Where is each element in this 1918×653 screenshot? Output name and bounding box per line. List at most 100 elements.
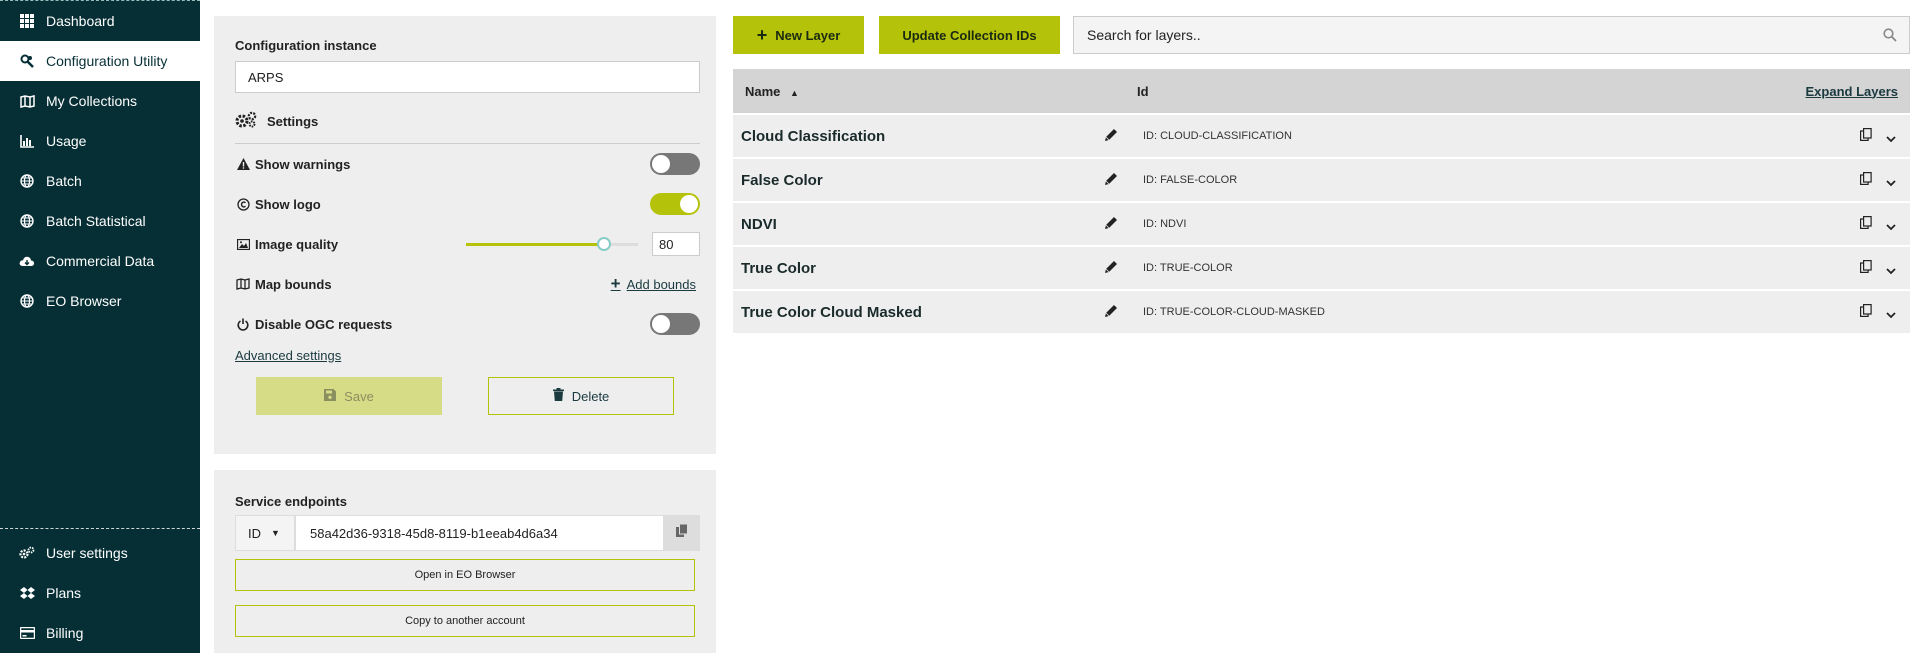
copyright-icon — [235, 197, 251, 211]
sidebar-item-batch-statistical[interactable]: Batch Statistical — [0, 201, 200, 241]
table-header: Name ▲ Id Expand Layers — [733, 69, 1910, 113]
sidebar-item-batch[interactable]: Batch — [0, 161, 200, 201]
copy-icon[interactable] — [1860, 128, 1872, 146]
instance-label: Configuration instance — [235, 38, 377, 53]
settings-heading: Settings — [235, 109, 695, 133]
chevron-down-icon[interactable] — [1886, 130, 1896, 148]
pencil-icon[interactable] — [1105, 304, 1118, 322]
show-warnings-label: Show warnings — [255, 156, 351, 172]
sidebar-item-label: Batch — [46, 173, 82, 189]
credit-card-icon — [18, 624, 36, 642]
sidebar-item-label: User settings — [46, 545, 128, 561]
add-bounds-link[interactable]: + Add bounds — [611, 274, 696, 294]
sidebar-item-usage[interactable]: Usage — [0, 121, 200, 161]
layer-name: True Color Cloud Masked — [741, 303, 922, 321]
sidebar-item-label: Usage — [46, 133, 87, 149]
globe-icon — [18, 292, 36, 310]
pencil-icon[interactable] — [1105, 216, 1118, 234]
plus-icon: + — [610, 274, 621, 293]
new-layer-button[interactable]: + New Layer — [733, 16, 864, 54]
open-eo-browser-button[interactable]: Open in EO Browser — [235, 559, 695, 591]
globe-icon — [18, 212, 36, 230]
disable-ogc-toggle[interactable] — [650, 313, 700, 335]
table-row[interactable]: True Color ID: TRUE-COLOR — [733, 247, 1910, 289]
sidebar-item-my-collections[interactable]: My Collections — [0, 81, 200, 121]
sidebar-item-label: Commercial Data — [46, 253, 155, 269]
show-logo-label: Show logo — [255, 196, 321, 212]
pencil-icon[interactable] — [1105, 172, 1118, 190]
config-actions: Save Delete — [235, 377, 695, 415]
image-quality-input[interactable]: 80 — [652, 232, 700, 256]
sidebar: Dashboard Configuration Utility My Colle… — [0, 0, 200, 653]
layer-id: ID: TRUE-COLOR — [1143, 262, 1233, 274]
sidebar-item-label: Configuration Utility — [46, 53, 168, 69]
image-quality-row: Image quality 80 — [235, 224, 700, 264]
settings-label: Settings — [267, 113, 319, 129]
sidebar-item-label: My Collections — [46, 93, 138, 109]
cloud-download-icon — [18, 252, 36, 270]
update-ids-label: Update Collection IDs — [902, 27, 1037, 43]
save-button[interactable]: Save — [256, 377, 442, 415]
plus-icon: + — [756, 24, 768, 45]
instance-name-input[interactable]: ARPS — [235, 61, 700, 93]
wrench-icon — [18, 52, 36, 70]
chevron-down-icon[interactable] — [1886, 262, 1896, 280]
layer-name: Cloud Classification — [741, 127, 886, 145]
layer-search-input[interactable]: Search for layers.. — [1073, 16, 1910, 54]
map-icon — [235, 278, 251, 290]
column-header-id: Id — [1137, 83, 1149, 99]
advanced-settings-link[interactable]: Advanced settings — [235, 348, 695, 363]
pencil-icon[interactable] — [1105, 260, 1118, 278]
copy-endpoint-button[interactable] — [664, 515, 700, 551]
show-logo-row: Show logo — [235, 184, 700, 224]
sidebar-item-billing[interactable]: Billing — [0, 613, 200, 653]
image-quality-slider[interactable] — [466, 236, 638, 252]
layer-id: ID: NDVI — [1143, 218, 1187, 230]
service-endpoints-title: Service endpoints — [235, 494, 347, 509]
pencil-icon[interactable] — [1105, 128, 1118, 146]
endpoint-type-select[interactable]: ID ▼ — [235, 515, 295, 551]
dropbox-icon — [18, 584, 36, 602]
sort-up-icon: ▲ — [790, 87, 799, 98]
sidebar-item-commercial-data[interactable]: Commercial Data — [0, 241, 200, 281]
expand-layers-link[interactable]: Expand Layers — [1806, 84, 1899, 99]
chevron-down-icon[interactable] — [1886, 218, 1896, 236]
sidebar-item-label: Dashboard — [46, 13, 115, 29]
copy-icon[interactable] — [1860, 172, 1872, 190]
endpoint-id-field[interactable]: 58a42d36-9318-45d8-8119-b1eeab4d6a34 — [295, 515, 664, 551]
app-root: Dashboard Configuration Utility My Colle… — [0, 0, 1918, 653]
sidebar-item-plans[interactable]: Plans — [0, 573, 200, 613]
show-warnings-toggle[interactable] — [650, 153, 700, 175]
copy-to-account-button[interactable]: Copy to another account — [235, 605, 695, 637]
image-icon — [235, 238, 251, 250]
layer-name: False Color — [741, 171, 823, 189]
layer-name: NDVI — [741, 215, 777, 233]
bar-chart-icon — [18, 132, 36, 150]
slider-thumb[interactable] — [596, 237, 611, 251]
toggle-knob — [652, 155, 670, 173]
chevron-down-icon[interactable] — [1886, 174, 1896, 192]
copy-icon[interactable] — [1860, 216, 1872, 234]
sidebar-item-user-settings[interactable]: User settings — [0, 533, 200, 573]
disable-ogc-label: Disable OGC requests — [255, 316, 393, 332]
copy-icon[interactable] — [1860, 304, 1872, 322]
search-icon[interactable] — [1883, 28, 1897, 45]
chevron-down-icon[interactable] — [1886, 306, 1896, 324]
sidebar-item-label: EO Browser — [46, 293, 122, 309]
table-row[interactable]: Cloud Classification ID: CLOUD-CLASSIFICA… — [733, 115, 1910, 157]
delete-button[interactable]: Delete — [488, 377, 674, 415]
globe-icon — [18, 172, 36, 190]
column-header-name[interactable]: Name ▲ — [745, 84, 799, 99]
table-row[interactable]: NDVI ID: NDVI — [733, 203, 1910, 245]
gears-icon — [235, 111, 257, 132]
toggle-knob — [652, 315, 670, 333]
table-row[interactable]: False Color ID: FALSE-COLOR — [733, 159, 1910, 201]
sidebar-item-eo-browser[interactable]: EO Browser — [0, 281, 200, 321]
table-row[interactable]: True Color Cloud Masked ID: TRUE-COLOR-CL… — [733, 291, 1910, 333]
show-logo-toggle[interactable] — [650, 193, 700, 215]
copy-icon[interactable] — [1860, 260, 1872, 278]
map-bounds-label: Map bounds — [255, 276, 332, 292]
sidebar-item-dashboard[interactable]: Dashboard — [0, 1, 200, 41]
update-collection-ids-button[interactable]: Update Collection IDs — [879, 16, 1060, 54]
sidebar-item-configuration-utility[interactable]: Configuration Utility — [0, 41, 200, 81]
